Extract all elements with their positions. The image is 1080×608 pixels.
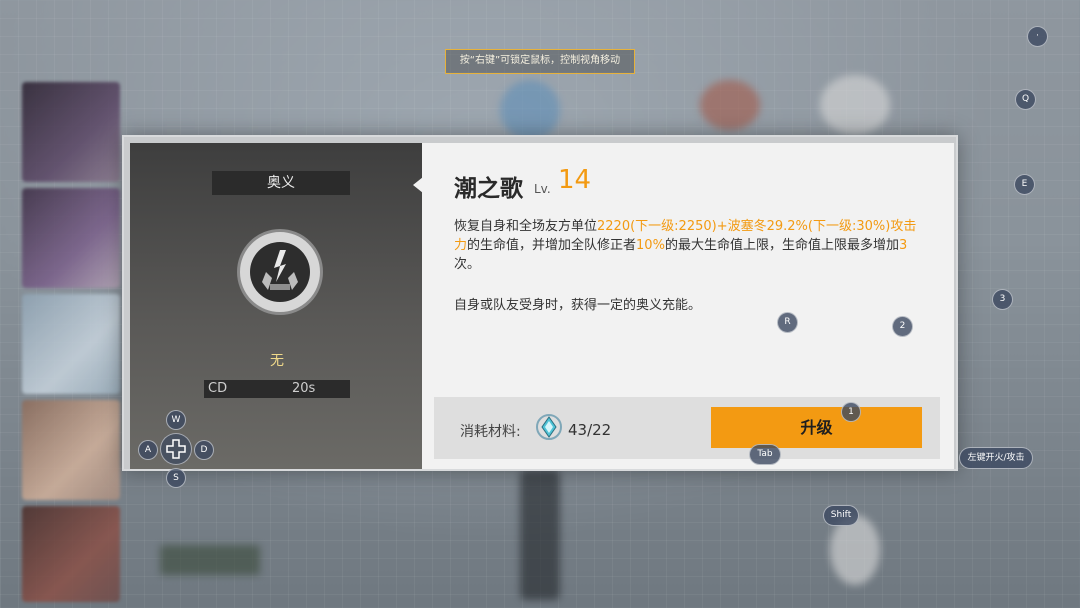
desc-part: 的生命值，并增加全队修正者: [467, 238, 637, 253]
key-hint-shift[interactable]: Shift: [823, 505, 859, 526]
character-portrait: [22, 294, 120, 394]
background-figure: [500, 80, 560, 140]
key-hint-fire[interactable]: 左键开火/攻击: [959, 447, 1033, 469]
key-hint-e[interactable]: E: [1014, 174, 1035, 195]
key-hint-1[interactable]: 1: [841, 402, 861, 422]
key-hint-q[interactable]: Q: [1015, 89, 1036, 110]
character-portrait: [22, 506, 120, 602]
cooldown-bar: CD 20s: [204, 380, 350, 398]
desc-part-highlight: 10%: [636, 238, 665, 253]
character-portrait: [22, 400, 120, 500]
desc-part: 的最大生命值上限，生命值上限最多增加: [664, 238, 899, 253]
key-hint-d[interactable]: D: [194, 440, 214, 460]
key-hint-r[interactable]: R: [777, 312, 798, 333]
mouse-lock-tip: 按“右键”可锁定鼠标，控制视角移动: [445, 49, 635, 74]
background-figure: [820, 75, 890, 135]
skill-upgrade-dialog: 奥义 无 CD 20s 潮之歌 Lv. 14 恢复自身和全场友方单位2220(下…: [122, 135, 958, 471]
desc-part-highlight: 3: [898, 238, 908, 253]
upgrade-button[interactable]: 升级: [711, 407, 922, 448]
skill-description: 恢复自身和全场友方单位2220(下一级:2250)+波塞冬29.2%(下一级:3…: [454, 217, 924, 274]
material-crystal-icon: [534, 412, 564, 442]
section-title: 奥义: [212, 171, 350, 195]
key-hint-w[interactable]: W: [166, 410, 186, 430]
key-hint-s[interactable]: S: [166, 468, 186, 488]
skill-detail-panel: 潮之歌 Lv. 14 恢复自身和全场友方单位2220(下一级:2250)+波塞冬…: [422, 143, 954, 469]
key-hint-3[interactable]: 3: [992, 289, 1013, 310]
desc-part: 次。: [454, 257, 481, 272]
skill-level: 14: [558, 165, 592, 195]
character-portrait: [22, 188, 120, 288]
key-hint-2[interactable]: 2: [892, 316, 913, 337]
desc-part: 恢复自身和全场友方单位: [454, 219, 598, 234]
key-hint-a[interactable]: A: [138, 440, 158, 460]
skill-emblem-icon: [237, 229, 323, 315]
panel-pointer-arrow: [413, 177, 423, 193]
cooldown-value: 20s: [292, 381, 316, 396]
cost-label: 消耗材料:: [460, 424, 521, 440]
background-figure: [520, 470, 560, 600]
equip-status: 无: [270, 353, 284, 369]
background-figure: [700, 80, 760, 130]
background-figure: [160, 545, 260, 575]
key-hint-dot[interactable]: ·: [1027, 26, 1048, 47]
skill-name: 潮之歌: [454, 176, 523, 202]
skill-description-secondary: 自身或队友受身时，获得一定的奥义充能。: [454, 298, 702, 313]
dpad-center-icon[interactable]: [160, 433, 192, 465]
cooldown-label: CD: [208, 381, 228, 396]
character-portrait: [22, 82, 120, 182]
cost-value: 43/22: [568, 421, 612, 439]
upgrade-bar: 消耗材料: 43/22 升级: [434, 397, 940, 459]
key-hint-tab[interactable]: Tab: [749, 444, 781, 465]
level-label: Lv.: [534, 182, 551, 196]
